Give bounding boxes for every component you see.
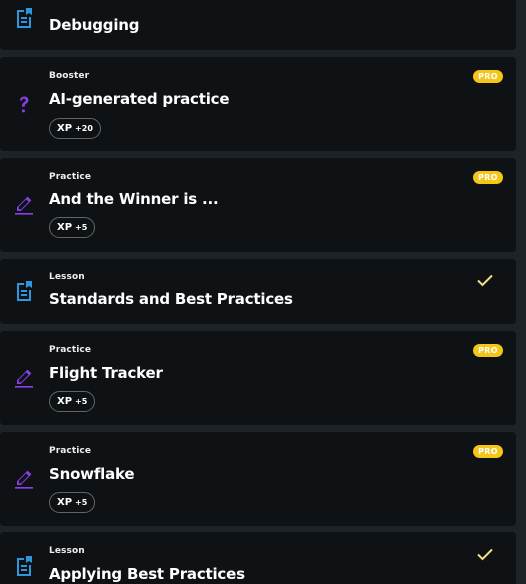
xp-badge: XP +5 (49, 492, 96, 513)
xp-label: XP (57, 396, 73, 407)
xp-value: +20 (75, 124, 93, 133)
item-type-label: Practice (49, 172, 92, 182)
list-item-applying-best-practices[interactable]: Lesson Applying Best Practices (0, 532, 516, 584)
lesson-icon (12, 6, 36, 30)
xp-value: +5 (75, 397, 88, 406)
item-title: Applying Best Practices (49, 565, 245, 583)
list-item-debugging[interactable]: Debugging (0, 0, 516, 50)
question-mark-icon (12, 93, 36, 117)
xp-label: XP (57, 222, 73, 233)
pro-badge: PRO (473, 171, 503, 184)
list-item-ai-generated-practice[interactable]: Booster PRO AI-generated practice XP +20 (0, 57, 516, 151)
item-title: Snowflake (49, 465, 135, 483)
xp-badge: XP +20 (49, 118, 101, 139)
xp-badge: XP +5 (49, 391, 96, 412)
item-type-label: Practice (49, 446, 92, 456)
pro-badge: PRO (473, 344, 503, 357)
pencil-icon (12, 193, 36, 217)
item-type-label: Booster (49, 71, 90, 81)
item-title: Debugging (49, 16, 140, 34)
lesson-icon (12, 279, 36, 303)
lesson-list: Debugging Booster PRO AI-generated pract… (0, 0, 526, 584)
item-title: Flight Tracker (49, 364, 163, 382)
item-title: And the Winner is ... (49, 190, 219, 208)
xp-label: XP (57, 497, 73, 508)
xp-value: +5 (75, 223, 88, 232)
list-item-snowflake[interactable]: Practice PRO Snowflake XP +5 (0, 432, 516, 526)
list-item-flight-tracker[interactable]: Practice PRO Flight Tracker XP +5 (0, 331, 516, 425)
item-type-label: Lesson (49, 272, 85, 282)
pro-badge: PRO (473, 445, 503, 458)
lesson-icon (12, 554, 36, 578)
completed-check-icon (476, 271, 494, 289)
pencil-icon (12, 467, 36, 491)
pencil-icon (12, 366, 36, 390)
item-type-label: Lesson (49, 546, 85, 556)
xp-label: XP (57, 123, 73, 134)
completed-check-icon (476, 545, 494, 563)
pro-badge: PRO (473, 70, 503, 83)
list-item-and-the-winner-is[interactable]: Practice PRO And the Winner is ... XP +5 (0, 158, 516, 252)
item-type-label: Practice (49, 345, 92, 355)
list-item-standards-and-best-practices[interactable]: Lesson Standards and Best Practices (0, 259, 516, 324)
xp-value: +5 (75, 498, 88, 507)
item-title: AI-generated practice (49, 90, 230, 108)
item-title: Standards and Best Practices (49, 290, 293, 308)
xp-badge: XP +5 (49, 217, 96, 238)
